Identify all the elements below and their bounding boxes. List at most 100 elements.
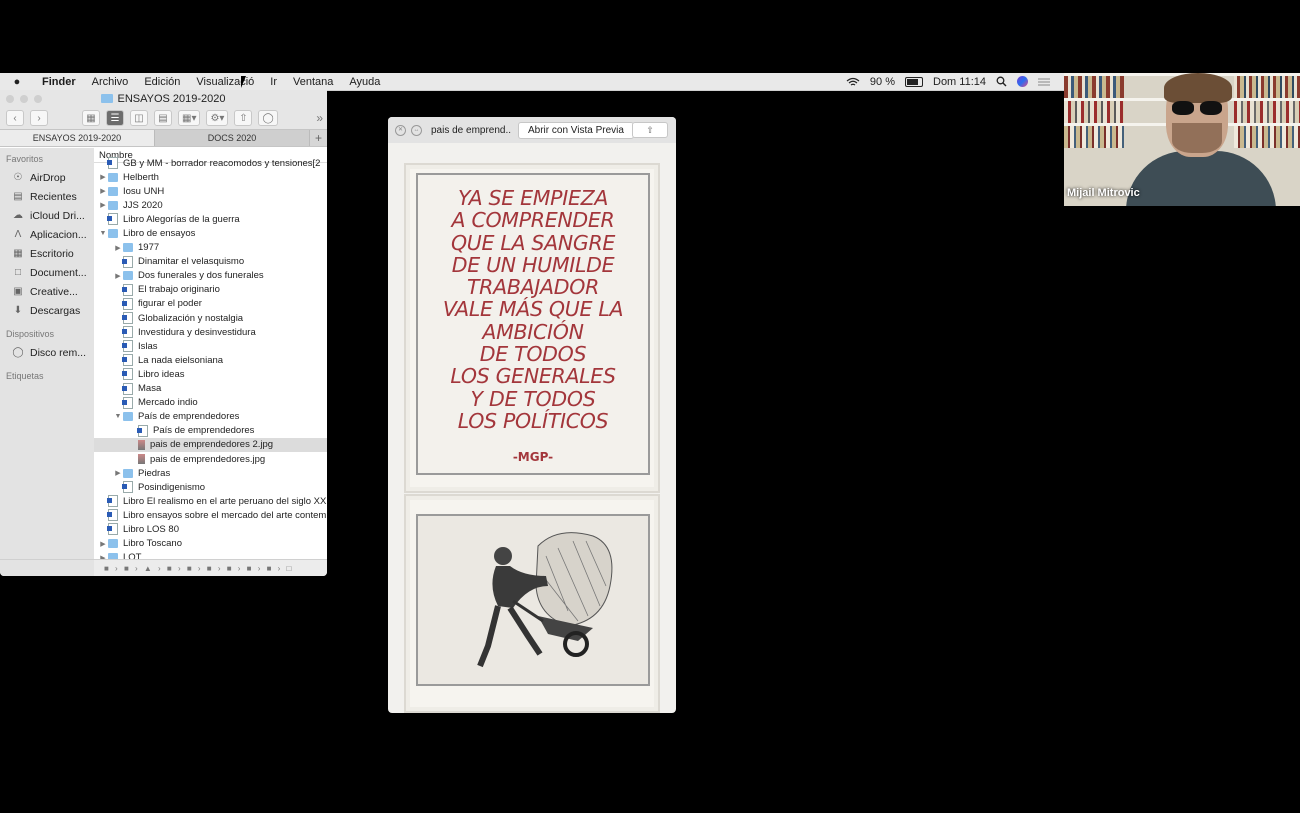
zoom-button[interactable] [34, 95, 42, 103]
open-with-preview-button[interactable]: Abrir con Vista Previa [518, 121, 634, 139]
disclosure-triangle-icon[interactable]: ▶ [113, 272, 123, 280]
share-button[interactable]: ⇧ [234, 110, 253, 126]
word-document-icon [107, 213, 118, 226]
toolbar-overflow-icon[interactable]: » [316, 111, 327, 125]
file-row[interactable]: Posindigenismo [94, 480, 327, 494]
row-label: Globalización y nostalgia [138, 312, 244, 324]
apple-icon[interactable]: ● [0, 76, 34, 88]
group-menu-button[interactable]: ▦▾ [178, 110, 201, 126]
menu-visualizacion[interactable]: Visualizació [188, 76, 262, 88]
column-view-button[interactable]: ◫ [130, 110, 148, 126]
forward-button[interactable]: › [30, 110, 48, 126]
disclosure-triangle-icon[interactable]: ▶ [98, 173, 108, 181]
file-row[interactable]: pais de emprendedores.jpg [94, 452, 327, 466]
sidebar-item-recientes[interactable]: ▤ Recientes [0, 187, 94, 206]
desktop-icon: ▦ [13, 248, 23, 259]
file-row[interactable]: El trabajo originario [94, 283, 327, 297]
menu-finder[interactable]: Finder [34, 76, 84, 88]
airdrop-icon: ☉ [13, 172, 23, 183]
file-row[interactable]: Libro ideas [94, 367, 327, 381]
file-row[interactable]: GB y MM - borrador reacomodos y tensione… [94, 156, 327, 170]
file-row[interactable]: figurar el poder [94, 297, 327, 311]
file-row[interactable]: La nada eielsoniana [94, 353, 327, 367]
disclosure-triangle-icon[interactable]: ▼ [98, 230, 108, 237]
sidebar-item-creative[interactable]: ▣ Creative... [0, 282, 94, 301]
siri-icon[interactable] [1017, 76, 1028, 87]
finder-titlebar[interactable]: ENSAYOS 2019-2020 [0, 90, 327, 107]
file-row[interactable]: Globalización y nostalgia [94, 311, 327, 325]
battery-icon[interactable] [905, 76, 923, 87]
poster-line: AMBICIÓN [482, 319, 584, 344]
folder-row[interactable]: ▶ Piedras [94, 466, 327, 480]
sidebar-item-descargas[interactable]: ⬇ Descargas [0, 301, 94, 320]
sidebar-item-aplicaciones[interactable]: Λ Aplicacion... [0, 225, 94, 244]
file-row[interactable]: Masa [94, 382, 327, 396]
folder-row[interactable]: ▶ Iosu UNH [94, 184, 327, 198]
folder-row[interactable]: ▶ 1977 [94, 241, 327, 255]
tab-docs[interactable]: DOCS 2020 [154, 130, 309, 146]
folder-row[interactable]: ▶ Dos funerales y dos funerales [94, 269, 327, 283]
sidebar-item-escritorio[interactable]: ▦ Escritorio [0, 244, 94, 263]
spotlight-search-icon[interactable] [996, 76, 1007, 87]
disclosure-triangle-icon[interactable]: ▼ [113, 413, 123, 420]
path-bar-folder-icons[interactable]: ■ › ■ › ▲ › ■ › ■ › ■ › ■ › ■ › ■ › □ [104, 564, 293, 573]
sidebar-item-icloud[interactable]: ☁ iCloud Dri... [0, 206, 94, 225]
tag-button[interactable]: ◯ [258, 110, 278, 126]
disclosure-triangle-icon[interactable]: ▶ [98, 187, 108, 195]
sidebar-item-remote-disc[interactable]: ◯ Disco rem... [0, 343, 94, 362]
action-gear-button[interactable]: ⚙▾ [206, 110, 229, 126]
cloud-icon: ☁ [13, 210, 23, 221]
gallery-view-button[interactable]: ▤ [154, 110, 172, 126]
menu-archivo[interactable]: Archivo [84, 76, 137, 88]
minimize-button[interactable] [20, 95, 28, 103]
fullscreen-icon[interactable]: ↔ [411, 124, 422, 136]
icon-view-button[interactable]: ▦ [82, 110, 100, 126]
menu-edicion[interactable]: Edición [136, 76, 188, 88]
word-document-icon [107, 157, 118, 170]
sidebar-label: Disco rem... [30, 346, 87, 359]
poster-line: LOS POLÍTICOS [457, 408, 609, 433]
file-row[interactable]: Libro LOS 80 [94, 522, 327, 536]
back-button[interactable]: ‹ [6, 110, 24, 126]
row-label: Libro ensayos sobre el mercado del arte … [123, 509, 327, 521]
sidebar-item-documentos[interactable]: □ Document... [0, 263, 94, 282]
finder-window: ENSAYOS 2019-2020 ‹ › ▦ ☰ ◫ ▤ ▦▾ ⚙▾ ⇧ ◯ … [0, 90, 327, 576]
file-row[interactable]: Libro El realismo en el arte peruano del… [94, 494, 327, 508]
poster-line: VALE MÁS QUE LA [442, 297, 624, 322]
person-hair [1164, 73, 1232, 103]
list-view-button[interactable]: ☰ [106, 110, 124, 126]
downloads-icon: ⬇ [13, 305, 23, 316]
word-document-icon [107, 495, 118, 508]
clock[interactable]: Dom 11:14 [933, 76, 986, 88]
tab-ensayos[interactable]: ENSAYOS 2019-2020 [0, 130, 154, 146]
close-icon[interactable]: ✕ [395, 124, 406, 136]
disclosure-triangle-icon[interactable]: ▶ [98, 201, 108, 209]
folder-row[interactable]: ▼ Libro de ensayos [94, 226, 327, 240]
wifi-icon[interactable] [846, 77, 860, 87]
file-row[interactable]: pais de emprendedores 2.jpg [94, 437, 327, 452]
folder-row[interactable]: ▶ Helberth [94, 170, 327, 184]
notification-center-icon[interactable] [1038, 77, 1050, 87]
file-row[interactable]: Mercado indio [94, 396, 327, 410]
file-row[interactable]: Libro ensayos sobre el mercado del arte … [94, 508, 327, 522]
new-tab-button[interactable]: + [309, 130, 327, 146]
folder-row[interactable]: ▶ Libro Toscano [94, 537, 327, 551]
menu-ir[interactable]: Ir [262, 76, 285, 88]
disclosure-triangle-icon[interactable]: ▶ [113, 469, 123, 477]
share-icon[interactable]: ⇧ [632, 122, 668, 138]
close-button[interactable] [6, 95, 14, 103]
file-row[interactable]: País de emprendedores [94, 424, 327, 438]
folder-row[interactable]: ▶ JJS 2020 [94, 198, 327, 212]
participant-video[interactable]: Mijail Mitrovic [1064, 73, 1300, 206]
menu-ayuda[interactable]: Ayuda [341, 76, 388, 88]
disclosure-triangle-icon[interactable]: ▶ [113, 244, 123, 252]
menu-ventana[interactable]: Ventana [285, 76, 341, 88]
word-document-icon [107, 509, 118, 522]
file-row[interactable]: Dinamitar el velasquismo [94, 255, 327, 269]
disclosure-triangle-icon[interactable]: ▶ [98, 540, 108, 548]
file-row[interactable]: Investidura y desinvestidura [94, 325, 327, 339]
sidebar-item-airdrop[interactable]: ☉ AirDrop [0, 168, 94, 187]
folder-row[interactable]: ▼ País de emprendedores [94, 410, 327, 424]
file-row[interactable]: Islas [94, 339, 327, 353]
file-row[interactable]: Libro Alegorías de la guerra [94, 212, 327, 226]
